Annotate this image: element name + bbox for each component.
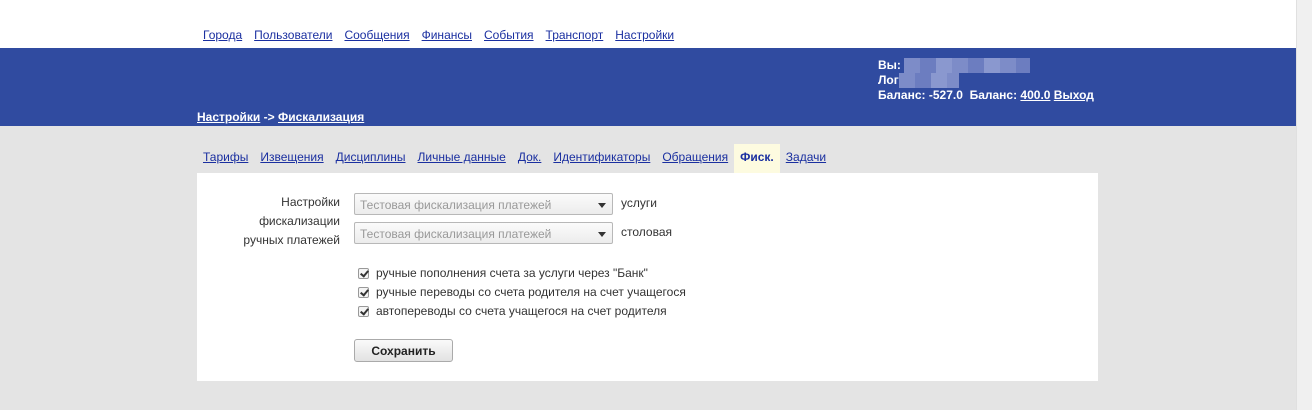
nav-link-users[interactable]: Пользователи bbox=[254, 28, 332, 42]
top-navigation: Города Пользователи Сообщения Финансы Со… bbox=[203, 28, 686, 42]
manual-transfers-label: ручные переводы со счета родителя на сче… bbox=[376, 285, 686, 299]
tab-requests[interactable]: Обращения bbox=[656, 144, 734, 173]
canteen-fiscalization-select[interactable]: Тестовая фискализация платежей bbox=[354, 222, 613, 244]
nav-link-events[interactable]: События bbox=[484, 28, 534, 42]
services-select-value: Тестовая фискализация платежей bbox=[360, 198, 552, 212]
manual-topups-checkbox[interactable] bbox=[358, 267, 369, 279]
user-login-row: Лог bbox=[878, 73, 1094, 88]
redacted-username bbox=[904, 58, 1031, 73]
breadcrumb-settings-link[interactable]: Настройки bbox=[197, 110, 260, 124]
tab-docs[interactable]: Док. bbox=[512, 144, 548, 173]
manual-topups-label: ручные пополнения счета за услуги через … bbox=[376, 266, 648, 280]
label-line-3: ручных платежей bbox=[243, 233, 340, 247]
checkbox-row-manual-transfers: ручные переводы со счета родителя на сче… bbox=[358, 285, 686, 299]
tab-personal-data[interactable]: Личные данные bbox=[412, 144, 512, 173]
tab-identifiers[interactable]: Идентификаторы bbox=[547, 144, 656, 173]
fiscalization-settings-label: Настройки фискализации ручных платежей bbox=[227, 193, 340, 250]
nav-link-settings[interactable]: Настройки bbox=[615, 28, 674, 42]
services-select-note: услуги bbox=[621, 196, 657, 210]
canteen-select-value: Тестовая фискализация платежей bbox=[360, 227, 552, 241]
header-banner: Вы: Лог Баланс: -527.0 Баланс: 400.0 Вых… bbox=[0, 48, 1296, 126]
balance-row: Баланс: -527.0 Баланс: 400.0 Выход bbox=[878, 88, 1094, 103]
tab-notices[interactable]: Извещения bbox=[254, 144, 329, 173]
login-label: Лог bbox=[878, 73, 899, 87]
chevron-down-icon bbox=[598, 203, 606, 208]
tab-fiscalization[interactable]: Фиск. bbox=[734, 144, 780, 173]
vertical-scrollbar[interactable] bbox=[1296, 0, 1312, 410]
checkbox-row-auto-transfers: автопереводы со счета учащегося на счет … bbox=[358, 304, 667, 318]
breadcrumb: Настройки -> Фискализация bbox=[197, 110, 364, 124]
auto-transfers-checkbox[interactable] bbox=[358, 305, 369, 317]
balance-label-1: Баланс: bbox=[878, 88, 926, 102]
settings-tabs: Тарифы Извещения Дисциплины Личные данны… bbox=[197, 144, 832, 173]
canteen-select-note: столовая bbox=[621, 225, 672, 239]
nav-link-transport[interactable]: Транспорт bbox=[546, 28, 604, 42]
user-info: Вы: Лог Баланс: -527.0 Баланс: 400.0 Вых… bbox=[878, 58, 1094, 103]
save-button[interactable]: Сохранить bbox=[354, 339, 453, 362]
tab-tasks[interactable]: Задачи bbox=[780, 144, 832, 173]
chevron-down-icon bbox=[598, 232, 606, 237]
tab-disciplines[interactable]: Дисциплины bbox=[330, 144, 412, 173]
top-bar: Города Пользователи Сообщения Финансы Со… bbox=[0, 0, 1296, 48]
balance-value-2-link[interactable]: 400.0 bbox=[1020, 88, 1050, 102]
breadcrumb-separator: -> bbox=[263, 110, 275, 124]
manual-transfers-checkbox[interactable] bbox=[358, 286, 369, 298]
fiscalization-panel: Настройки фискализации ручных платежей Т… bbox=[197, 173, 1098, 381]
checkbox-row-manual-topups: ручные пополнения счета за услуги через … bbox=[358, 266, 648, 280]
breadcrumb-fiscalization-link[interactable]: Фискализация bbox=[278, 110, 364, 124]
nav-link-messages[interactable]: Сообщения bbox=[344, 28, 409, 42]
tab-tariffs[interactable]: Тарифы bbox=[197, 144, 254, 173]
logout-link[interactable]: Выход bbox=[1054, 88, 1094, 102]
user-name-row: Вы: bbox=[878, 58, 1094, 73]
balance-label-2: Баланс: bbox=[969, 88, 1018, 102]
auto-transfers-label: автопереводы со счета учащегося на счет … bbox=[376, 304, 667, 318]
label-line-2: фискализации bbox=[259, 214, 340, 228]
you-label: Вы: bbox=[878, 58, 901, 72]
nav-link-finances[interactable]: Финансы bbox=[422, 28, 472, 42]
balance-value-1: -527.0 bbox=[928, 88, 963, 102]
redacted-login bbox=[898, 73, 959, 88]
nav-link-cities[interactable]: Города bbox=[203, 28, 242, 42]
label-line-1: Настройки bbox=[281, 195, 340, 209]
services-fiscalization-select[interactable]: Тестовая фискализация платежей bbox=[354, 193, 613, 215]
